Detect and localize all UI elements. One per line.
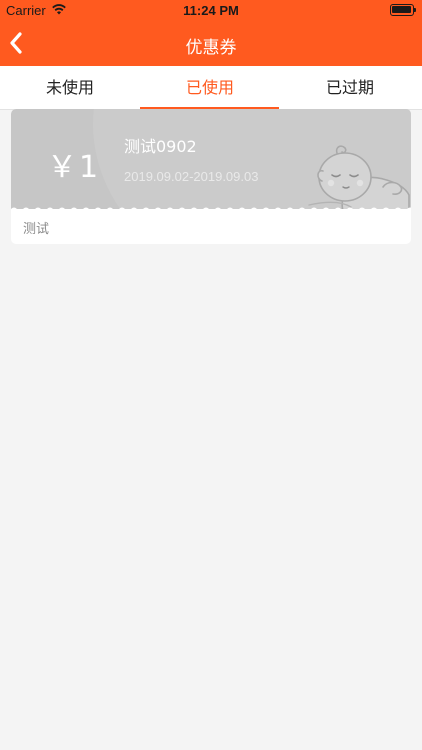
battery-icon xyxy=(390,4,416,16)
tab-expired[interactable]: 已过期 xyxy=(280,66,420,110)
coupon-status-tabs: 未使用 已使用 已过期 xyxy=(0,66,422,110)
coupon-amount: ￥1 xyxy=(47,150,101,185)
tab-used[interactable]: 已使用 xyxy=(140,66,280,110)
coupon-card[interactable]: ￥1 测试0902 2019.09.02-2019.09.03 测试 xyxy=(11,109,411,244)
navigation-bar: 优惠券 xyxy=(0,22,422,66)
page-title: 优惠券 xyxy=(185,38,237,58)
coupon-name: 测试0902 xyxy=(124,137,197,156)
app-header: Carrier 11:24 PM 优惠券 xyxy=(0,0,422,66)
coupon-perforation xyxy=(11,207,411,209)
status-bar: Carrier 11:24 PM xyxy=(0,0,422,22)
coupon-description: 测试 xyxy=(23,222,50,237)
tab-unused[interactable]: 未使用 xyxy=(0,66,140,110)
coupon-header: ￥1 测试0902 2019.09.02-2019.09.03 xyxy=(11,109,411,209)
sleeping-baby-icon xyxy=(308,145,410,209)
coupon-validity-dates: 2019.09.02-2019.09.03 xyxy=(124,169,259,184)
status-clock: 11:24 PM xyxy=(183,3,239,18)
